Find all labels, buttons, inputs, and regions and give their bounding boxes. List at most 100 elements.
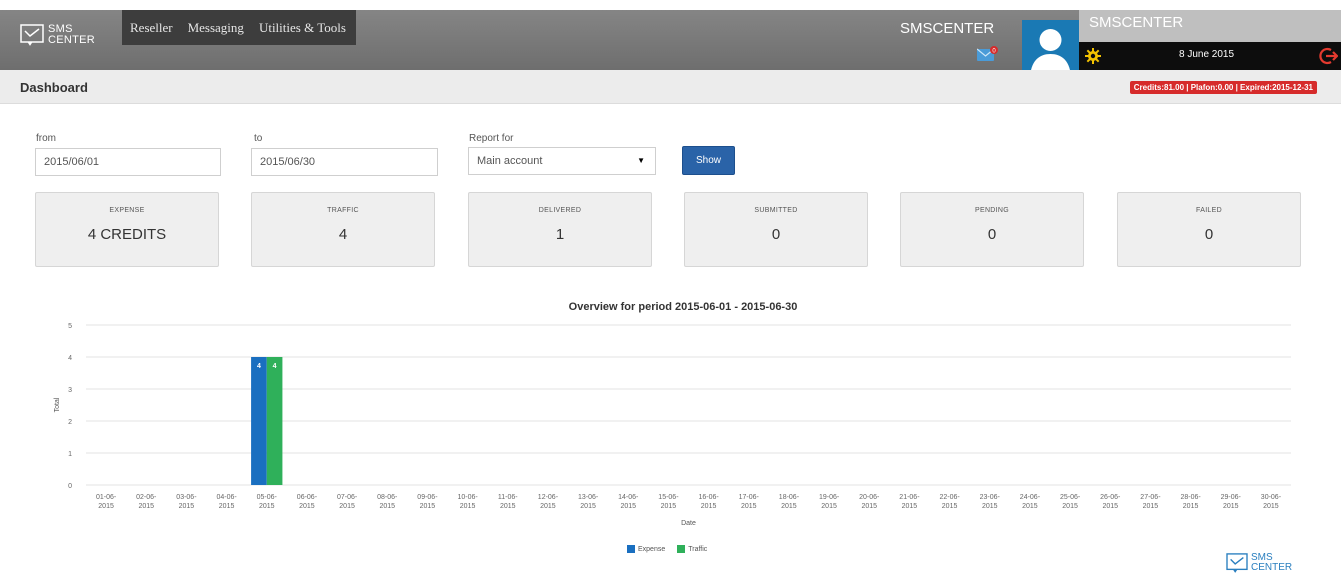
menu-item-messaging[interactable]: Messaging bbox=[188, 20, 244, 36]
x-tick-label: 27-06- bbox=[1140, 494, 1161, 501]
x-tick-label: 24-06- bbox=[1020, 494, 1041, 501]
bar-data-label: 4 bbox=[273, 363, 277, 370]
bar-chart-icon bbox=[677, 545, 686, 553]
stat-card-expense: EXPENSE 4 CREDITS bbox=[35, 192, 219, 267]
stat-value: 4 bbox=[338, 226, 348, 243]
x-tick-label: 15-06- bbox=[658, 494, 679, 501]
page-header: Dashboard Credits:81.00 | Plafon:0.00 | … bbox=[0, 70, 1341, 104]
x-tick-label: 10-06- bbox=[457, 494, 478, 501]
show-button[interactable]: Show bbox=[682, 146, 735, 175]
x-tick-label: 14-06- bbox=[618, 494, 639, 501]
x-tick-label: 06-06- bbox=[297, 494, 318, 501]
stat-card-failed: FAILED 0 bbox=[1117, 192, 1301, 267]
x-tick-label: 2015 bbox=[420, 503, 436, 510]
x-tick-label: 02-06- bbox=[136, 494, 157, 501]
x-tick-label: 2015 bbox=[942, 503, 958, 510]
x-tick-label: 2015 bbox=[741, 503, 757, 510]
x-tick-label: 12-06- bbox=[538, 494, 559, 501]
bar-expense bbox=[251, 357, 267, 485]
x-tick-label: 2015 bbox=[620, 503, 636, 510]
x-tick-label: 23-06- bbox=[980, 494, 1001, 501]
x-tick-label: 2015 bbox=[138, 503, 154, 510]
legend-item-expense[interactable]: Expense bbox=[627, 545, 665, 553]
x-tick-label: 2015 bbox=[299, 503, 315, 510]
x-tick-label: 22-06- bbox=[939, 494, 960, 501]
x-tick-label: 2015 bbox=[500, 503, 516, 510]
x-tick-label: 18-06- bbox=[779, 494, 800, 501]
x-tick-label: 21-06- bbox=[899, 494, 920, 501]
stat-card-delivered: DELIVERED 1 bbox=[468, 192, 652, 267]
legend-label-expense: Expense bbox=[638, 545, 666, 553]
x-tick-label: 2015 bbox=[1263, 503, 1279, 510]
x-tick-label: 2015 bbox=[902, 503, 918, 510]
stat-value: 0 bbox=[771, 226, 781, 243]
bar-data-label: 4 bbox=[257, 363, 261, 370]
gear-icon[interactable] bbox=[1085, 48, 1101, 64]
app-logo[interactable]: SMS CENTER bbox=[20, 24, 95, 46]
stat-label: FAILED bbox=[1196, 207, 1222, 214]
stat-card-traffic: TRAFFIC 4 bbox=[251, 192, 435, 267]
x-tick-label: 2015 bbox=[179, 503, 195, 510]
legend-label-traffic: Traffic bbox=[688, 545, 708, 553]
from-date-input[interactable]: 2015/06/01 bbox=[35, 148, 221, 176]
bar-chart-icon bbox=[627, 545, 635, 553]
stat-label: TRAFFIC bbox=[327, 207, 359, 214]
dropdown-caret-icon: ▼ bbox=[637, 156, 645, 165]
x-tick-label: 2015 bbox=[982, 503, 998, 510]
y-tick-label: 1 bbox=[68, 451, 72, 458]
y-tick-label: 3 bbox=[68, 387, 72, 394]
x-tick-label: 29-06- bbox=[1221, 494, 1242, 501]
sms-center-logo-icon bbox=[20, 24, 44, 46]
stat-value: 0 bbox=[1204, 226, 1214, 243]
x-tick-label: 2015 bbox=[339, 503, 355, 510]
x-tick-label: 09-06- bbox=[417, 494, 438, 501]
logo-line-2: CENTER bbox=[48, 34, 96, 46]
x-tick-label: 05-06- bbox=[257, 494, 278, 501]
x-tick-label: 2015 bbox=[540, 503, 556, 510]
credits-badge: Credits:81.00 | Plafon:0.00 | Expired:20… bbox=[1129, 81, 1317, 94]
legend-item-traffic[interactable]: Traffic bbox=[677, 545, 707, 553]
x-tick-label: 2015 bbox=[1022, 503, 1038, 510]
stat-card-pending: PENDING 0 bbox=[900, 192, 1084, 267]
x-tick-label: 26-06- bbox=[1100, 494, 1121, 501]
chart-legend: Expense Traffic bbox=[627, 545, 707, 553]
stat-label: PENDING bbox=[975, 207, 1009, 214]
mail-icon[interactable]: 0 bbox=[977, 46, 999, 62]
x-tick-label: 2015 bbox=[219, 503, 235, 510]
x-tick-label: 2015 bbox=[379, 503, 395, 510]
report-for-value: Main account bbox=[477, 155, 543, 167]
logout-icon[interactable] bbox=[1318, 46, 1338, 66]
stat-label: DELIVERED bbox=[538, 207, 582, 214]
x-tick-label: 2015 bbox=[1143, 503, 1159, 510]
y-tick-label: 5 bbox=[68, 323, 72, 330]
x-tick-label: 16-06- bbox=[698, 494, 719, 501]
x-axis-label: Date bbox=[681, 520, 696, 527]
x-tick-label: 2015 bbox=[460, 503, 476, 510]
report-for-select[interactable]: Main account ▼ bbox=[468, 147, 656, 175]
stat-label: SUBMITTED bbox=[754, 207, 798, 214]
menu-item-utilities-tools[interactable]: Utilities & Tools bbox=[259, 20, 346, 36]
x-tick-label: 03-06- bbox=[176, 494, 197, 501]
x-tick-label: 13-06- bbox=[578, 494, 599, 501]
current-date: 8 June 2015 bbox=[1179, 49, 1235, 60]
user-panel: SMSCENTER bbox=[1079, 10, 1341, 42]
x-tick-label: 2015 bbox=[580, 503, 596, 510]
overview-chart: 0 1 2 3 4 5 Total 01-06- 2015 02-06- 2015 03-06- 201… bbox=[54, 323, 1291, 527]
x-tick-label: 2015 bbox=[821, 503, 837, 510]
page-title: Dashboard bbox=[20, 80, 88, 95]
x-tick-label: 2015 bbox=[1223, 503, 1239, 510]
x-tick-label: 2015 bbox=[781, 503, 797, 510]
x-tick-label: 2015 bbox=[861, 503, 877, 510]
x-tick-label: 2015 bbox=[701, 503, 717, 510]
y-tick-label: 0 bbox=[68, 483, 72, 490]
main-menu: Reseller Messaging Utilities & Tools bbox=[122, 10, 356, 45]
footer-logo-line-2: CENTER bbox=[1251, 562, 1293, 573]
x-tick-label: 20-06- bbox=[859, 494, 880, 501]
stat-label: EXPENSE bbox=[109, 207, 145, 214]
y-tick-label: 2 bbox=[68, 419, 72, 426]
menu-item-reseller[interactable]: Reseller bbox=[130, 20, 173, 36]
x-tick-label: 2015 bbox=[1102, 503, 1118, 510]
to-date-input[interactable]: 2015/06/30 bbox=[251, 148, 438, 176]
x-tick-label: 30-06- bbox=[1261, 494, 1282, 501]
brand-name: SMSCENTER bbox=[900, 20, 995, 37]
